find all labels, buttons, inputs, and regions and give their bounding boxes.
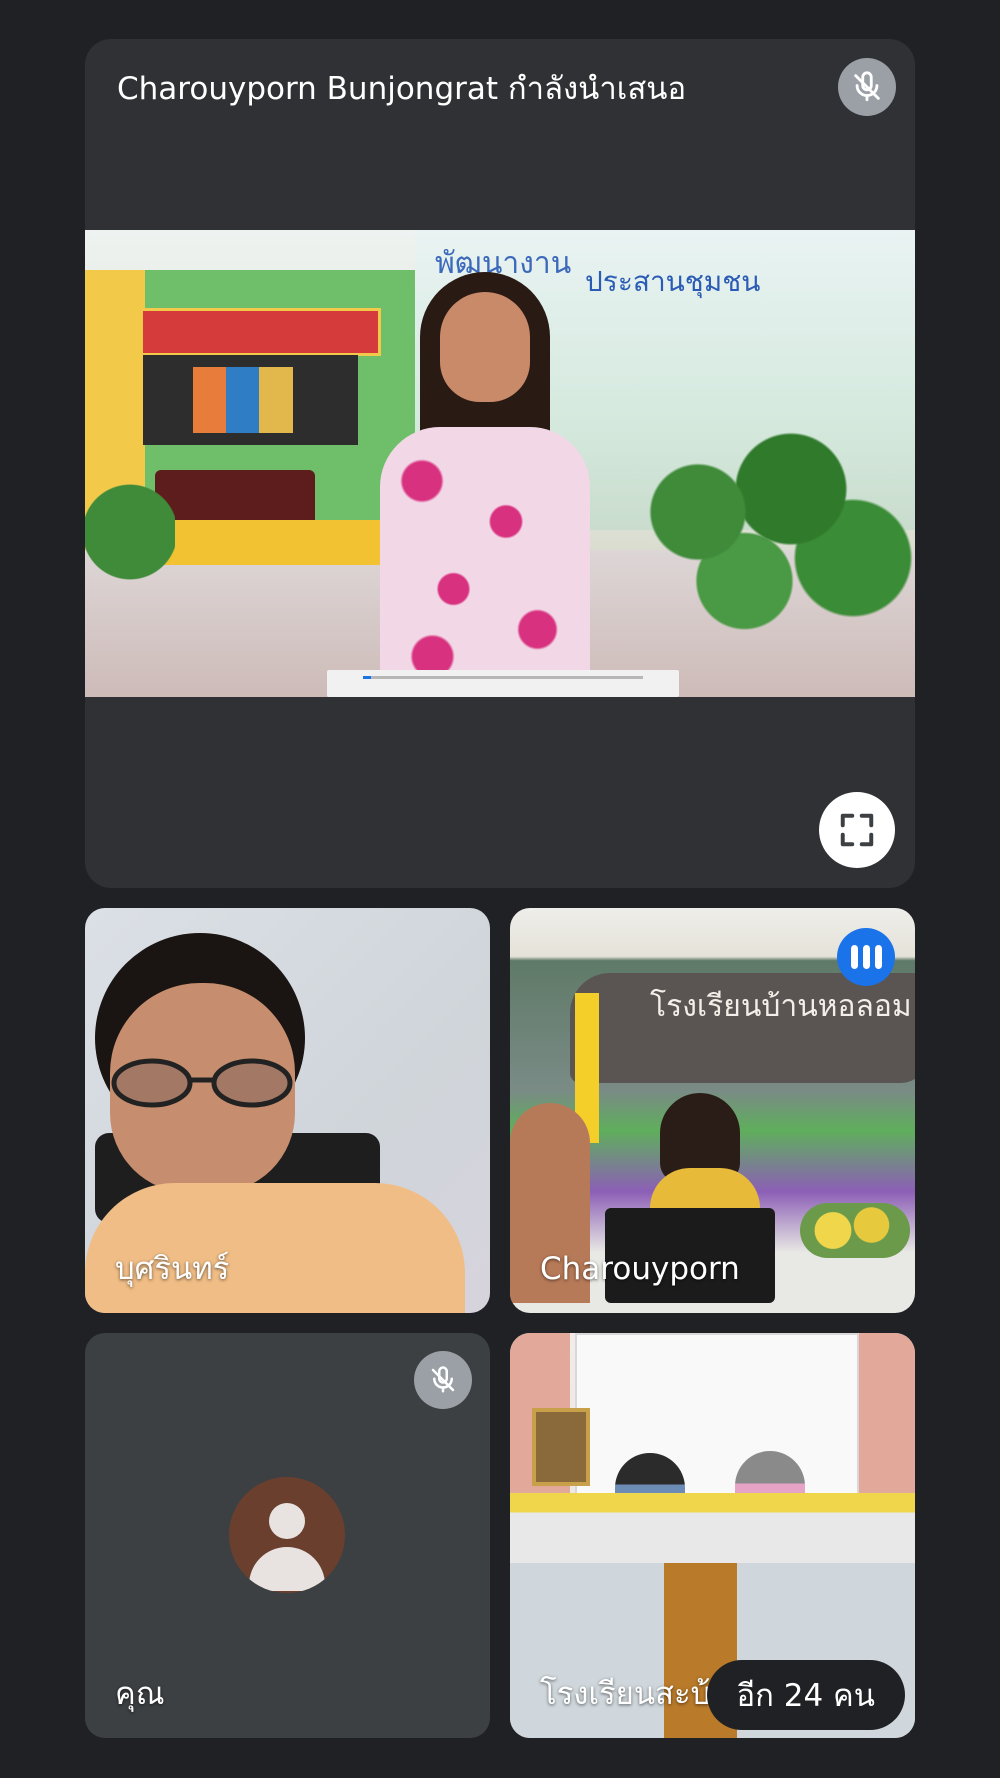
presentation-tile[interactable]: Charouyporn Bunjongrat กำลังนำเสนอ พัฒนา… — [85, 39, 915, 888]
speaking-indicator-icon — [837, 928, 895, 986]
fullscreen-icon — [840, 813, 874, 847]
shared-video-presenter — [360, 272, 610, 697]
school-sign-text: โรงเรียนบ้านหอลอม — [650, 989, 912, 1024]
fullscreen-button[interactable] — [819, 792, 895, 868]
participant-name: คุณ — [115, 1676, 165, 1712]
person-icon — [269, 1503, 305, 1539]
framed-portrait — [532, 1408, 590, 1486]
shared-video-red-sign — [140, 308, 381, 356]
audio-bar — [874, 945, 882, 969]
video-progress-fill — [363, 676, 372, 679]
participant-shirt — [85, 1183, 465, 1313]
meeting-table-top — [510, 1493, 915, 1563]
self-tile[interactable]: คุณ — [85, 1333, 490, 1738]
participant-tile[interactable]: โรงเรียนบ้านหอลอม Charouyporn — [510, 908, 915, 1313]
mic-off-icon — [431, 1366, 455, 1393]
participant-glasses — [111, 1058, 293, 1108]
participant-tile[interactable]: บุศรินทร์ — [85, 908, 490, 1313]
shared-video-notice-board — [143, 355, 358, 445]
shared-video-banner-text-2: ประสานชุมชน — [585, 265, 761, 298]
presenter-title: Charouyporn Bunjongrat กำลังนำเสนอ — [117, 71, 687, 107]
person-icon-body — [249, 1547, 325, 1591]
presenter-mic-off-indicator — [838, 58, 896, 116]
avatar — [229, 1477, 345, 1593]
shared-video-content: พัฒนางาน ประสานชุมชน — [85, 230, 915, 697]
flower-arrangement — [800, 1203, 910, 1258]
presenter-blouse — [380, 427, 590, 697]
video-player-controls[interactable] — [327, 670, 679, 697]
presenter-face — [440, 292, 530, 402]
participant-name: โรงเรียนสะบ้า — [540, 1676, 728, 1712]
participant-name: Charouyporn — [540, 1251, 740, 1287]
participant-name: บุศรินทร์ — [115, 1251, 230, 1287]
self-mic-off-indicator — [414, 1351, 472, 1409]
video-progress-track[interactable] — [363, 676, 643, 679]
meet-screen: Charouyporn Bunjongrat กำลังนำเสนอ พัฒนา… — [0, 0, 1000, 1778]
more-participants-button[interactable]: อีก 24 คน — [706, 1660, 905, 1730]
audio-bar — [862, 945, 870, 969]
audio-bar — [850, 945, 858, 969]
mic-off-icon — [854, 71, 880, 102]
shared-video-plants — [605, 420, 915, 650]
participant-tile[interactable]: โรงเรียนสะบ้า อีก 24 คน — [510, 1333, 915, 1738]
shared-video-plant-left — [85, 460, 175, 640]
